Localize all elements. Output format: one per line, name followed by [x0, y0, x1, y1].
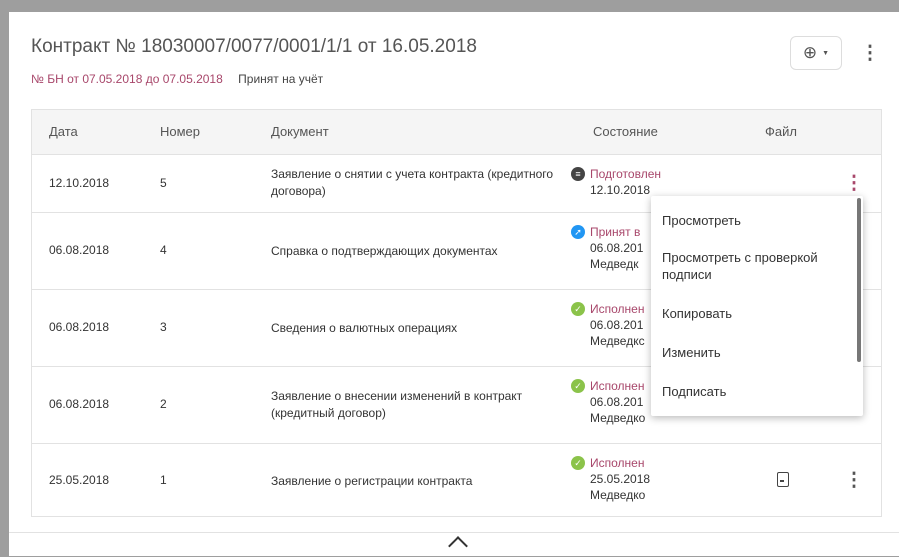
row-document[interactable]: Сведения о валютных операциях	[271, 320, 561, 337]
column-number[interactable]: Номер	[160, 124, 200, 139]
contract-status: Принят на учёт	[238, 72, 324, 86]
column-date[interactable]: Дата	[49, 124, 78, 139]
more-options-icon[interactable]: ⋮	[860, 41, 880, 65]
caret-down-icon: ▼	[822, 49, 830, 57]
check-icon: ✓	[571, 379, 585, 393]
row-number: 2	[160, 397, 167, 411]
row-date: 12.10.2018	[49, 176, 110, 190]
column-document[interactable]: Документ	[271, 124, 329, 139]
menu-item-sign[interactable]: Подписать	[662, 383, 842, 400]
state-label: Исполнен	[590, 302, 645, 316]
menu-item-view[interactable]: Просмотреть	[662, 212, 842, 229]
table-header: Дата Номер Документ Состояние Файл	[32, 110, 881, 155]
row-document[interactable]: Заявление о снятии с учета контракта (кр…	[271, 166, 561, 200]
row-more-icon[interactable]: ⋮	[844, 468, 864, 492]
row-date: 06.08.2018	[49, 320, 110, 334]
row-number: 3	[160, 320, 167, 334]
row-date: 25.05.2018	[49, 473, 110, 487]
row-document[interactable]: Заявление о регистрации контракта	[271, 473, 561, 490]
row-number: 1	[160, 473, 167, 487]
draft-icon: ≡	[571, 167, 585, 181]
check-icon: ✓	[571, 302, 585, 316]
state-label: Исполнен	[590, 379, 645, 393]
state-label: Подготовлен	[590, 167, 661, 181]
menu-item-copy[interactable]: Копировать	[662, 305, 842, 322]
add-document-button[interactable]: ⊕ ▼	[790, 36, 842, 70]
accepted-icon: ➚	[571, 225, 585, 239]
state-label: Исполнен	[590, 456, 645, 470]
menu-item-edit[interactable]: Изменить	[662, 344, 842, 361]
table-row[interactable]: 25.05.2018 1 Заявление о регистрации кон…	[32, 443, 881, 518]
row-more-icon[interactable]: ⋮	[844, 171, 864, 195]
row-state: ✓ Исполнен 25.05.2018 Медведко	[571, 455, 691, 503]
column-state[interactable]: Состояние	[593, 124, 658, 139]
menu-scrollbar[interactable]	[857, 198, 861, 362]
column-file[interactable]: Файл	[765, 124, 797, 139]
context-menu: Просмотреть Просмотреть с проверкой подп…	[651, 196, 863, 416]
row-number: 5	[160, 176, 167, 190]
state-date: 25.05.2018	[590, 472, 651, 486]
file-icon[interactable]	[777, 472, 789, 487]
contract-period: № БН от 07.05.2018 до 07.05.2018	[31, 72, 223, 86]
check-icon: ✓	[571, 456, 585, 470]
row-document[interactable]: Заявление о внесении изменений в контрак…	[271, 388, 561, 422]
plus-circle-icon: ⊕	[802, 43, 818, 62]
menu-item-view-with-signature-check[interactable]: Просмотреть с проверкой подписи	[662, 249, 842, 283]
row-state: ≡ Подготовлен 12.10.2018	[571, 166, 691, 198]
state-label: Принят в	[590, 225, 641, 239]
state-person: Медведко	[590, 488, 646, 502]
row-number: 4	[160, 243, 167, 257]
contract-subtitle: № БН от 07.05.2018 до 07.05.2018 Принят …	[31, 72, 323, 86]
row-document[interactable]: Справка о подтверждающих документах	[271, 243, 561, 260]
row-date: 06.08.2018	[49, 397, 110, 411]
page-title: Контракт № 18030007/0077/0001/1/1 от 16.…	[31, 36, 477, 57]
row-date: 06.08.2018	[49, 243, 110, 257]
